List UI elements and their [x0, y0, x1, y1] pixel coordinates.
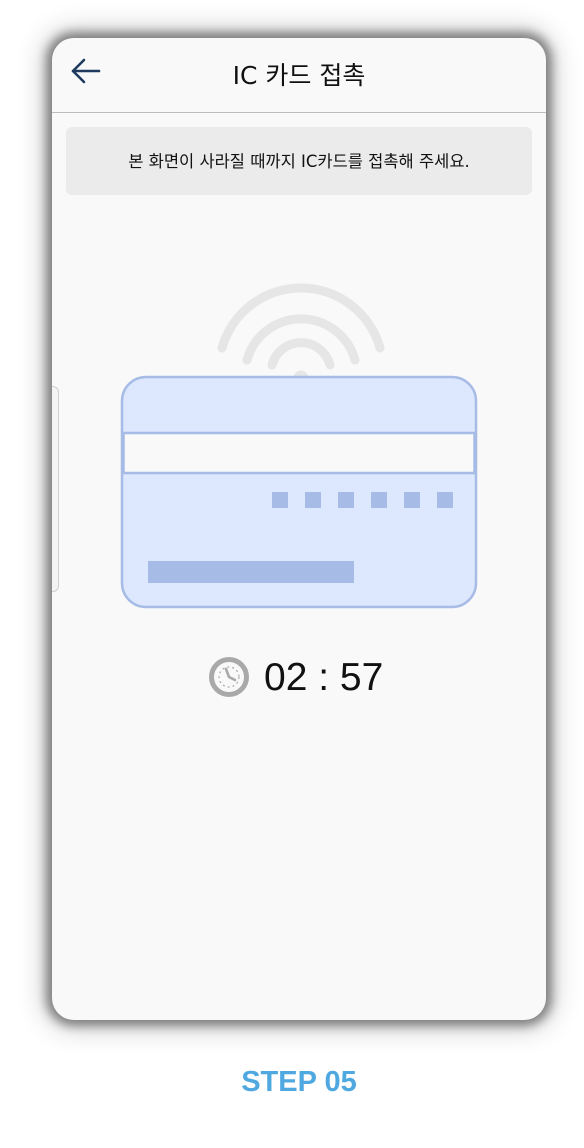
notice-box: 본 화면이 사라질 때까지 IC카드를 접촉해 주세요.: [66, 127, 532, 195]
app-header: IC 카드 접촉: [52, 38, 546, 113]
countdown-timer: 02 : 57: [202, 650, 402, 706]
phone-screen: IC 카드 접촉 본 화면이 사라질 때까지 IC카드를 접촉해 주세요. 02…: [52, 38, 546, 1020]
notice-text: 본 화면이 사라질 때까지 IC카드를 접촉해 주세요.: [128, 152, 470, 171]
timer-value: 02 : 57: [264, 656, 384, 699]
clock-icon: [209, 657, 249, 697]
page-title: IC 카드 접촉: [232, 61, 366, 90]
ic-card-icon: [120, 375, 478, 609]
step-label: STEP 05: [241, 1066, 357, 1098]
side-edge-handle: [52, 386, 59, 592]
card-contact-illustration: [118, 246, 484, 614]
